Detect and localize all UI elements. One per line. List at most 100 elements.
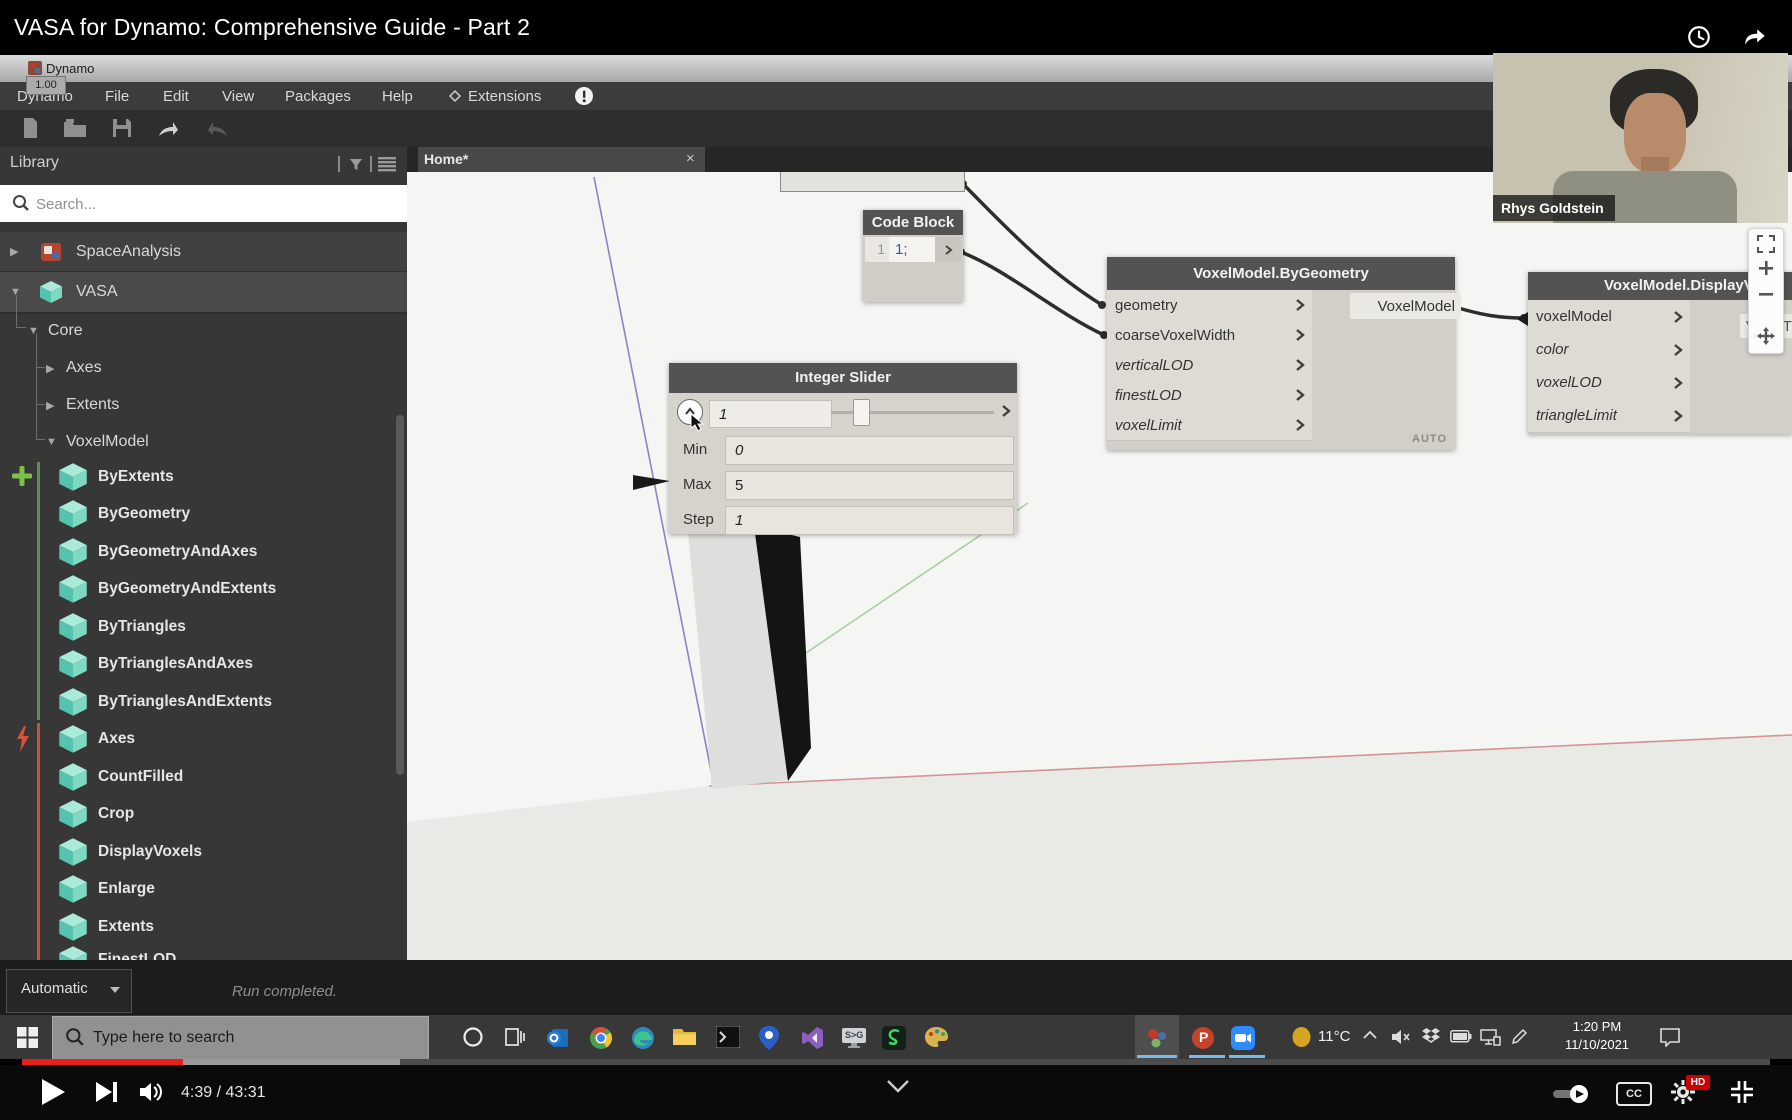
undo-icon[interactable]	[156, 116, 184, 140]
sidebar-item-byextents[interactable]: ByExtents	[0, 458, 407, 495]
menu-packages[interactable]: Packages	[285, 87, 351, 107]
next-button[interactable]	[95, 1081, 119, 1103]
zoom-app-icon[interactable]	[1231, 1026, 1255, 1050]
visual-studio-icon[interactable]	[800, 1026, 824, 1050]
input-port-finestlod[interactable]: finestLOD	[1107, 380, 1312, 411]
scrollbar-thumb[interactable]	[396, 415, 404, 775]
autoplay-toggle[interactable]	[1552, 1085, 1590, 1103]
watch-later-icon[interactable]	[1686, 24, 1712, 50]
new-file-icon[interactable]	[18, 116, 42, 140]
tray-chevron-up-icon[interactable]	[1363, 1030, 1387, 1054]
save-icon[interactable]	[110, 116, 134, 140]
hide-controls-chevron-icon[interactable]	[886, 1079, 910, 1093]
input-wire-port[interactable]	[1517, 312, 1528, 326]
dropbox-icon[interactable]	[1422, 1028, 1446, 1052]
play-button[interactable]	[40, 1078, 66, 1106]
captions-button[interactable]: CC	[1616, 1082, 1652, 1106]
maps-pin-icon[interactable]	[758, 1026, 782, 1050]
clock-date[interactable]: 1:20 PM 11/10/2021	[1562, 1018, 1632, 1054]
temperature-label[interactable]: 11°C	[1318, 1028, 1350, 1045]
input-port-coarsevoxelwidth[interactable]: coarseVoxelWidth	[1107, 320, 1312, 351]
slider-handle[interactable]	[853, 399, 870, 426]
open-file-icon[interactable]	[62, 116, 88, 140]
sidebar-item-countfilled[interactable]: CountFilled	[0, 758, 407, 795]
output-port[interactable]	[999, 403, 1013, 419]
fit-view-icon[interactable]	[1757, 235, 1775, 253]
redo-icon[interactable]	[202, 116, 230, 140]
taskbar-search[interactable]	[52, 1016, 429, 1060]
input-port-verticallod[interactable]: verticalLOD	[1107, 350, 1312, 381]
input-port-voxelmodel[interactable]: voxelModel	[1528, 300, 1690, 334]
pan-icon[interactable]	[1757, 327, 1775, 345]
menu-extensions[interactable]: Extensions	[468, 87, 541, 107]
list-view-icon[interactable]	[378, 156, 396, 172]
search-input[interactable]	[34, 189, 378, 219]
workspace-canvas[interactable]: Code Block 1 1; Integer Slider 1 Min 0	[407, 172, 1792, 960]
sidebar-item-spaceanalysis[interactable]: ▶ SpaceAnalysis	[0, 232, 407, 273]
code-text[interactable]: 1;	[889, 237, 935, 262]
sidebar-item-bygeometryandaxes[interactable]: ByGeometryAndAxes	[0, 533, 407, 570]
node-code-block[interactable]: Code Block 1 1;	[863, 210, 963, 302]
share-icon[interactable]	[1742, 24, 1768, 50]
outlook-icon[interactable]	[546, 1026, 570, 1050]
terminal-icon[interactable]	[716, 1026, 740, 1050]
menu-help[interactable]: Help	[382, 87, 413, 107]
sidebar-item-crop[interactable]: Crop	[0, 796, 407, 833]
sidebar-item-extents[interactable]: Extents	[0, 908, 407, 945]
s-g-app-icon[interactable]: S>G	[841, 1026, 865, 1050]
notification-center-icon[interactable]	[1660, 1028, 1684, 1052]
sidebar-item-bygeometryandextents[interactable]: ByGeometryAndExtents	[0, 571, 407, 608]
sidebar-item-voxelmodel-group[interactable]: ▼ VoxelModel	[0, 424, 407, 460]
file-explorer-icon[interactable]	[672, 1026, 696, 1050]
green-s-app-icon[interactable]	[882, 1026, 906, 1050]
sidebar-item-vasa[interactable]: ▼ VASA	[0, 272, 407, 314]
zoom-in-icon[interactable]	[1757, 259, 1775, 277]
battery-icon[interactable]	[1450, 1030, 1474, 1054]
taskbar-search-input[interactable]	[91, 1024, 395, 1052]
sidebar-item-bytrianglesandaxes[interactable]: ByTrianglesAndAxes	[0, 646, 407, 683]
pen-icon[interactable]	[1510, 1028, 1534, 1052]
sidebar-item-finestlod[interactable]: FinestLOD	[0, 941, 407, 960]
volume-icon[interactable]	[139, 1081, 165, 1103]
screen-share-icon[interactable]	[1480, 1029, 1504, 1053]
cortana-icon[interactable]	[462, 1026, 486, 1050]
zoom-out-icon[interactable]	[1757, 285, 1775, 303]
start-button-icon[interactable]	[17, 1027, 38, 1048]
sidebar-item-displayvoxels[interactable]: DisplayVoxels	[0, 833, 407, 870]
chrome-icon[interactable]	[589, 1026, 613, 1050]
sidebar-item-core[interactable]: ▼ Core	[0, 313, 407, 349]
edge-icon[interactable]	[631, 1026, 655, 1050]
max-field[interactable]: 5	[725, 471, 1014, 500]
input-port-voxellimit[interactable]: voxelLimit	[1107, 410, 1312, 441]
menu-edit[interactable]: Edit	[163, 87, 189, 107]
sidebar-item-bytrianglesandextents[interactable]: ByTrianglesAndExtents	[0, 683, 407, 720]
output-port-voxelmodel[interactable]: VoxelModel	[1350, 293, 1461, 319]
input-port-trianglelimit[interactable]: triangleLimit	[1528, 399, 1690, 433]
sidebar-item-bytriangles[interactable]: ByTriangles	[0, 608, 407, 645]
sidebar-item-enlarge[interactable]: Enlarge	[0, 871, 407, 908]
task-view-icon[interactable]	[503, 1026, 527, 1050]
run-mode-dropdown[interactable]: Automatic	[6, 969, 132, 1013]
alert-icon[interactable]	[574, 86, 594, 106]
node-integer-slider[interactable]: Integer Slider 1 Min 0 Max 5 Step 1	[669, 363, 1017, 534]
tab-home[interactable]: Home* ×	[418, 147, 705, 172]
tab-close-icon[interactable]: ×	[686, 150, 695, 167]
volume-muted-icon[interactable]	[1391, 1028, 1415, 1052]
paint-palette-icon[interactable]	[924, 1026, 948, 1050]
slider-value-field[interactable]: 1	[709, 400, 832, 428]
input-port-geometry[interactable]: geometry	[1107, 290, 1312, 321]
menu-file[interactable]: File	[105, 87, 129, 107]
node-voxelmodel-bygeometry[interactable]: VoxelModel.ByGeometry geometry coarseVox…	[1107, 257, 1455, 450]
input-port-voxellod[interactable]: voxelLOD	[1528, 366, 1690, 400]
exit-fullscreen-button[interactable]	[1729, 1079, 1755, 1105]
output-port[interactable]	[935, 237, 961, 262]
sidebar-item-extents-group[interactable]: ▶ Extents	[0, 387, 407, 423]
sidebar-item-axes[interactable]: Axes	[0, 721, 407, 758]
min-field[interactable]: 0	[725, 436, 1014, 465]
filter-icon[interactable]	[348, 156, 364, 172]
menu-view[interactable]: View	[222, 87, 254, 107]
sidebar-item-bygeometry[interactable]: ByGeometry	[0, 496, 407, 533]
partial-node[interactable]	[780, 172, 965, 192]
dynamo-taskbar-icon[interactable]	[1145, 1026, 1169, 1050]
input-port-color[interactable]: color	[1528, 333, 1690, 367]
